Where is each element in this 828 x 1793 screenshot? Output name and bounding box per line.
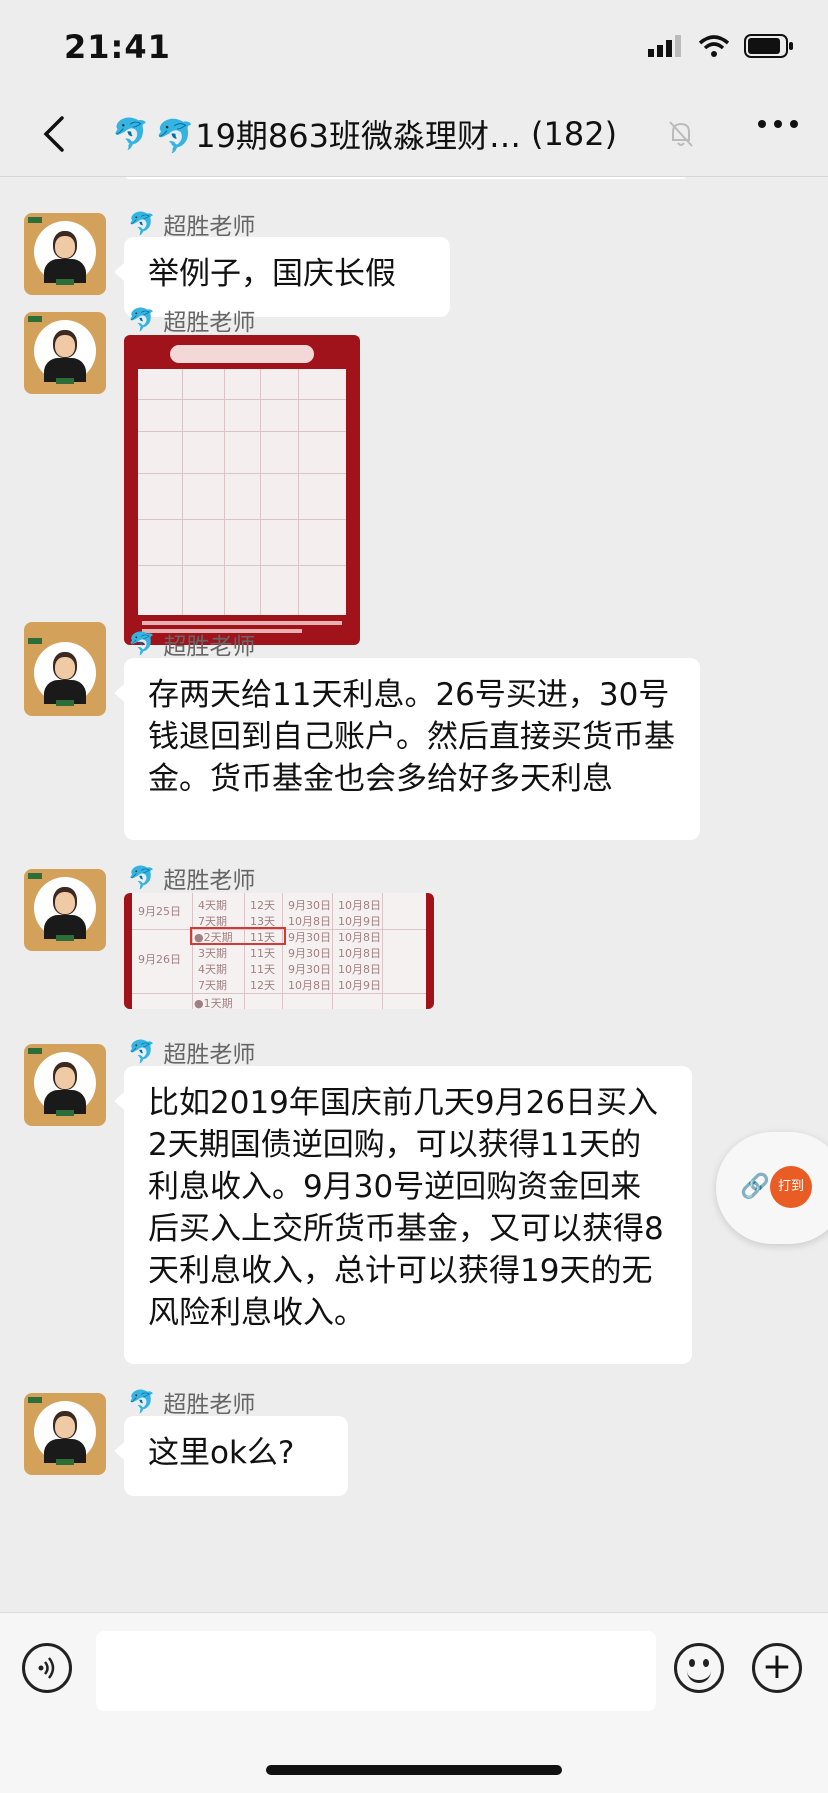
message-list[interactable]: 🐬 超胜老师 举例子，国庆长假 🐬 超胜老师 🐬 超胜老师 存两天给11天利息。… [0,177,828,1610]
dolphin-emoji-icon: 🐬 [128,211,156,237]
link-icon: 🔗 [740,1172,770,1200]
dolphin-emoji-icon: 🐬 [112,116,150,152]
dolphin-emoji-icon: 🐬 [128,631,156,657]
message-bubble[interactable]: 这里ok么? [114,1416,348,1496]
home-indicator [266,1765,562,1775]
sender-name: 🐬 超胜老师 [128,631,256,661]
floating-shortcut[interactable]: 🔗 打到 [716,1132,828,1244]
dolphin-emoji-icon: 🐬 [128,1389,156,1415]
wifi-icon [698,35,730,57]
message-input[interactable] [96,1631,656,1711]
dolphin-emoji-icon: 🐬 [128,307,156,333]
status-bar: 21:41 [0,0,828,92]
dolphin-emoji-icon: 🐬 [128,865,156,891]
sender-name: 🐬 超胜老师 [128,307,256,337]
avatar[interactable] [24,312,106,394]
sender-name: 🐬 超胜老师 [128,1039,256,1069]
dolphin-emoji-icon: 🐬 [128,1039,156,1065]
member-count: (182) [531,115,618,153]
signal-icon [648,35,681,57]
avatar[interactable] [24,1044,106,1126]
avatar[interactable] [24,1393,106,1475]
previous-message-bubble [124,177,688,179]
more-dots-icon[interactable] [758,120,798,128]
message-image[interactable]: 9月25日 4天期 12天 9月30日 10月8日 7天期 13天 10月8日 … [124,893,434,1009]
avatar[interactable] [24,634,106,716]
status-icons [648,34,794,58]
sign-in-icon[interactable]: 打到 [770,1166,812,1208]
sender-name: 🐬 超胜老师 [128,211,256,241]
chat-header: 🐬 🐬19期863班微淼理财… (182) [0,92,828,177]
voice-icon[interactable] [22,1643,72,1693]
emoji-icon[interactable] [674,1643,724,1693]
chevron-left-icon[interactable] [36,112,72,156]
avatar[interactable] [24,869,106,951]
input-bar: + [0,1612,828,1793]
message-image[interactable] [124,335,360,645]
group-name: 🐬19期863班微淼理财… [155,117,522,155]
sender-name: 🐬 超胜老师 [128,1389,256,1419]
battery-icon [744,34,793,58]
chat-title[interactable]: 🐬 🐬19期863班微淼理财… (182) [112,110,672,158]
bell-off-icon [669,121,693,147]
message-bubble[interactable]: 存两天给11天利息。26号买进，30号钱退回到自己账户。然后直接买货币基金。货币… [114,658,700,840]
status-time: 21:41 [64,28,171,66]
plus-icon[interactable]: + [752,1643,802,1693]
message-bubble[interactable]: 比如2019年国庆前几天9月26日买入2天期国债逆回购，可以获得11天的利息收入… [114,1066,692,1364]
sender-name: 🐬 超胜老师 [128,865,256,895]
avatar[interactable] [24,213,106,295]
